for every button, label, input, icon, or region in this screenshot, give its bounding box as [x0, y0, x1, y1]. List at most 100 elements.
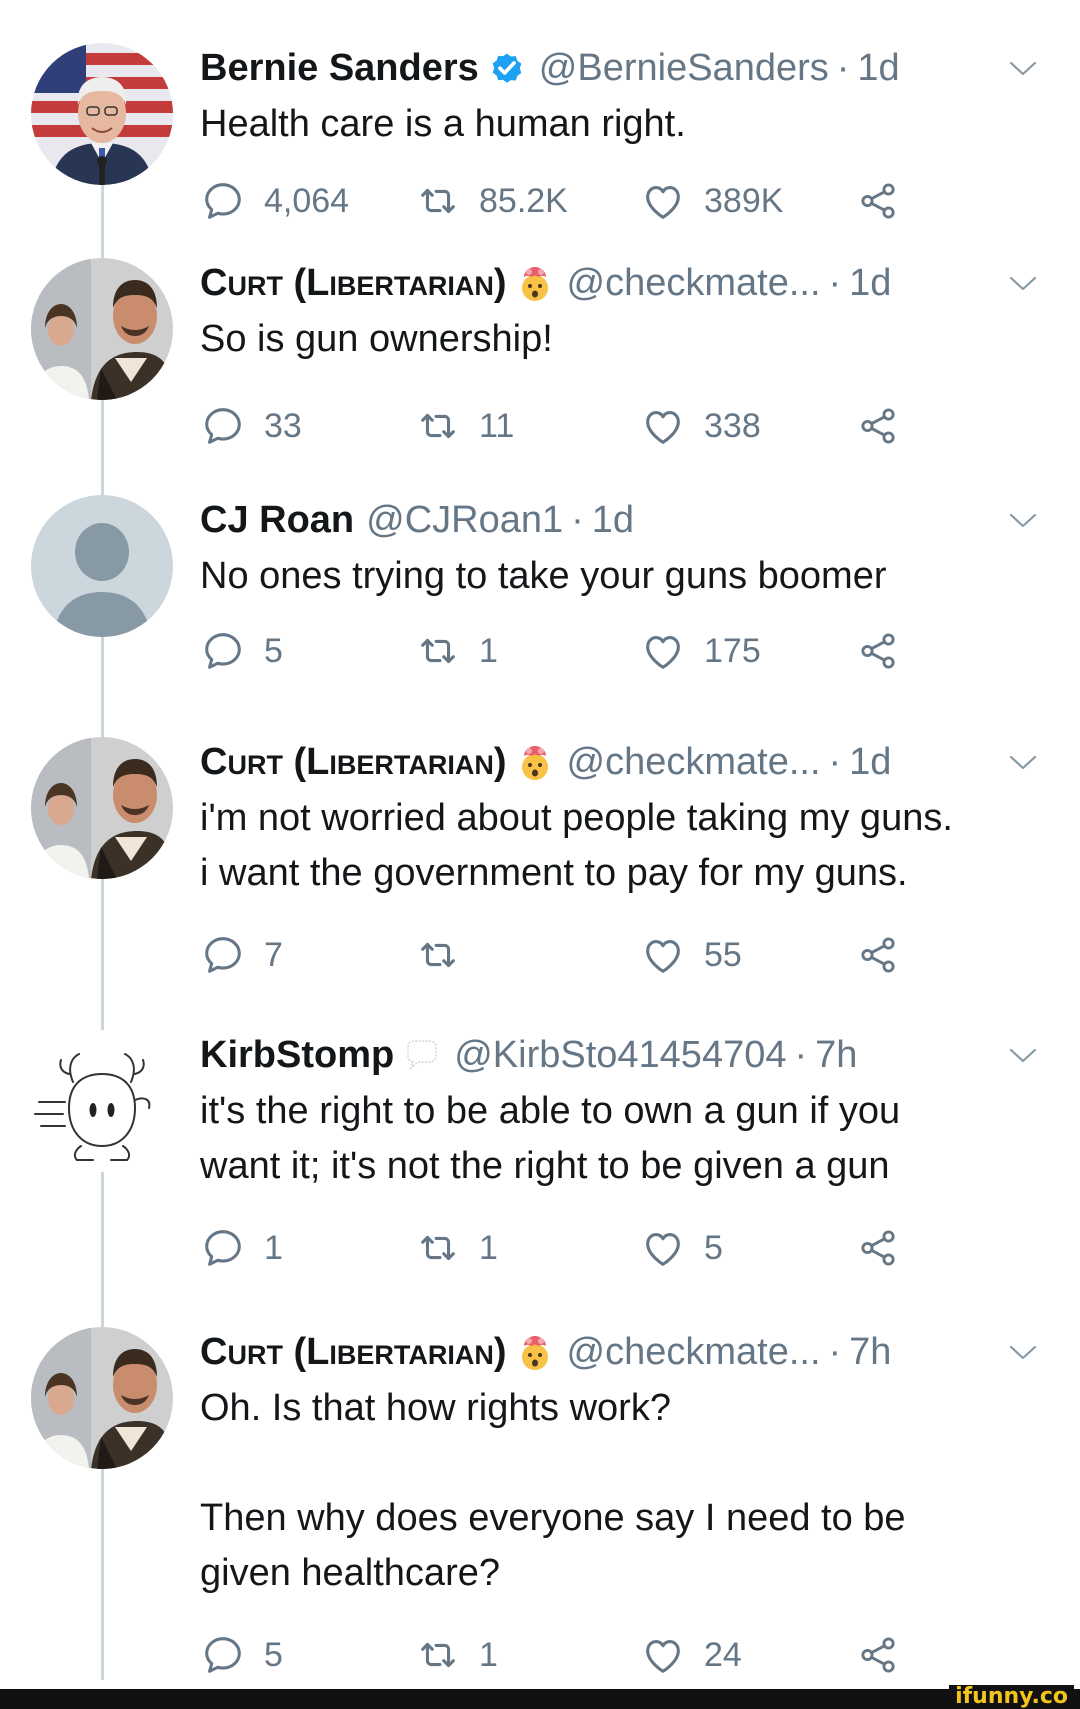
- tweet-actions: 7 55: [200, 927, 920, 983]
- heart-icon: [640, 403, 686, 449]
- reply-count: 33: [264, 406, 302, 445]
- timestamp[interactable]: 1d: [849, 737, 891, 787]
- tweet-text-line: Oh. Is that how rights work?: [200, 1387, 671, 1429]
- tweet-body: No ones trying to take your guns boomer: [200, 549, 1040, 604]
- heart-icon: [640, 1225, 686, 1271]
- tweet-text-line: i want the government to pay for my guns…: [200, 852, 908, 894]
- retweet-count: 1: [479, 631, 498, 670]
- share-button[interactable]: [855, 398, 901, 454]
- heart-icon: [640, 628, 686, 674]
- reply-button[interactable]: 4,064: [200, 173, 349, 229]
- retweet-count: 85.2K: [479, 181, 568, 220]
- like-count: 389K: [704, 181, 784, 220]
- exploding-head-emoji: [515, 263, 555, 303]
- share-button[interactable]: [855, 173, 901, 229]
- reply-button[interactable]: 33: [200, 398, 302, 454]
- like-button[interactable]: 5: [640, 1220, 723, 1276]
- display-name[interactable]: CJ Roan: [200, 495, 354, 545]
- separator-dot: ·: [836, 47, 850, 89]
- retweet-icon: [415, 178, 461, 224]
- retweet-button[interactable]: 1: [415, 1220, 498, 1276]
- timestamp[interactable]: 7h: [815, 1030, 857, 1080]
- chevron-down-icon[interactable]: [1006, 1337, 1040, 1367]
- retweet-button[interactable]: 1: [415, 1627, 498, 1683]
- ifunny-watermark: ifunny.co: [949, 1685, 1074, 1709]
- tweet-header: Curt (Libertarian) @checkmate... · 7h: [200, 1327, 980, 1377]
- retweet-count: 1: [479, 1228, 498, 1267]
- heart-icon: [640, 178, 686, 224]
- retweet-button[interactable]: 1: [415, 623, 498, 679]
- user-handle[interactable]: @CJRoan1: [366, 495, 563, 545]
- reply-count: 5: [264, 1635, 283, 1674]
- chevron-down-icon[interactable]: [1006, 268, 1040, 298]
- retweet-count: 1: [479, 1635, 498, 1674]
- user-handle[interactable]: @checkmate...: [567, 1327, 821, 1377]
- tweet-body: i'm not worried about people taking my g…: [200, 791, 1040, 901]
- retweet-button[interactable]: [415, 927, 479, 983]
- retweet-icon: [415, 1632, 461, 1678]
- like-button[interactable]: 175: [640, 623, 761, 679]
- reply-button[interactable]: 5: [200, 623, 283, 679]
- like-count: 175: [704, 631, 761, 670]
- display-name[interactable]: KirbStomp: [200, 1030, 394, 1080]
- like-button[interactable]: 389K: [640, 173, 783, 229]
- tweet-actions: 4,064 85.2K 389K: [200, 173, 920, 229]
- chevron-down-icon[interactable]: [1006, 1040, 1040, 1070]
- avatar[interactable]: [31, 258, 173, 400]
- tweet-actions: 5 1 24: [200, 1627, 920, 1683]
- user-handle[interactable]: @BernieSanders: [539, 43, 829, 93]
- tweet-body: So is gun ownership!: [200, 312, 1040, 367]
- tweet-text-line: [200, 1436, 1040, 1491]
- like-count: 55: [704, 935, 742, 974]
- chevron-down-icon[interactable]: [1006, 53, 1040, 83]
- tweet-header: Bernie Sanders @BernieSanders · 1d: [200, 43, 980, 93]
- user-handle[interactable]: @checkmate...: [567, 737, 821, 787]
- reply-icon: [200, 1225, 246, 1271]
- display-name[interactable]: Curt (Libertarian): [200, 258, 507, 308]
- avatar[interactable]: [31, 1030, 173, 1172]
- user-handle[interactable]: @checkmate...: [567, 258, 821, 308]
- display-name[interactable]: Bernie Sanders: [200, 43, 479, 93]
- tweet-header: CJ Roan @CJRoan1 · 1d: [200, 495, 980, 545]
- tweet-text-line: So is gun ownership!: [200, 318, 553, 360]
- tweet-actions: 5 1 175: [200, 623, 920, 679]
- reply-count: 4,064: [264, 181, 350, 220]
- reply-button[interactable]: 7: [200, 927, 283, 983]
- tweet-text-line: Health care is a human right.: [200, 103, 686, 145]
- reply-button[interactable]: 5: [200, 1627, 283, 1683]
- avatar[interactable]: [31, 495, 173, 637]
- avatar[interactable]: [31, 737, 173, 879]
- like-button[interactable]: 55: [640, 927, 742, 983]
- retweet-button[interactable]: 11: [415, 398, 514, 454]
- timestamp[interactable]: 1d: [857, 43, 899, 93]
- like-button[interactable]: 338: [640, 398, 761, 454]
- user-handle[interactable]: @KirbSto41454704: [454, 1030, 786, 1080]
- like-count: 24: [704, 1635, 742, 1674]
- retweet-icon: [415, 403, 461, 449]
- retweet-button[interactable]: 85.2K: [415, 173, 568, 229]
- avatar[interactable]: [31, 1327, 173, 1469]
- share-icon: [855, 1632, 901, 1678]
- display-name[interactable]: Curt (Libertarian): [200, 1327, 507, 1377]
- timestamp[interactable]: 1d: [592, 495, 634, 545]
- chevron-down-icon[interactable]: [1006, 505, 1040, 535]
- share-button[interactable]: [855, 1220, 901, 1276]
- tweet-header: Curt (Libertarian) @checkmate... · 1d: [200, 258, 980, 308]
- share-icon: [855, 628, 901, 674]
- display-name[interactable]: Curt (Libertarian): [200, 737, 507, 787]
- reply-icon: [200, 628, 246, 674]
- share-icon: [855, 403, 901, 449]
- chevron-down-icon[interactable]: [1006, 747, 1040, 777]
- reply-icon: [200, 1632, 246, 1678]
- share-button[interactable]: [855, 1627, 901, 1683]
- share-button[interactable]: [855, 623, 901, 679]
- reply-button[interactable]: 1: [200, 1220, 283, 1276]
- avatar[interactable]: [31, 43, 173, 185]
- timestamp[interactable]: 1d: [849, 258, 891, 308]
- timestamp[interactable]: 7h: [849, 1327, 891, 1377]
- share-button[interactable]: [855, 927, 901, 983]
- tweet-header: KirbStomp @KirbSto41454704 · 7h: [200, 1030, 980, 1080]
- retweet-icon: [415, 1225, 461, 1271]
- reply-icon: [200, 178, 246, 224]
- like-button[interactable]: 24: [640, 1627, 742, 1683]
